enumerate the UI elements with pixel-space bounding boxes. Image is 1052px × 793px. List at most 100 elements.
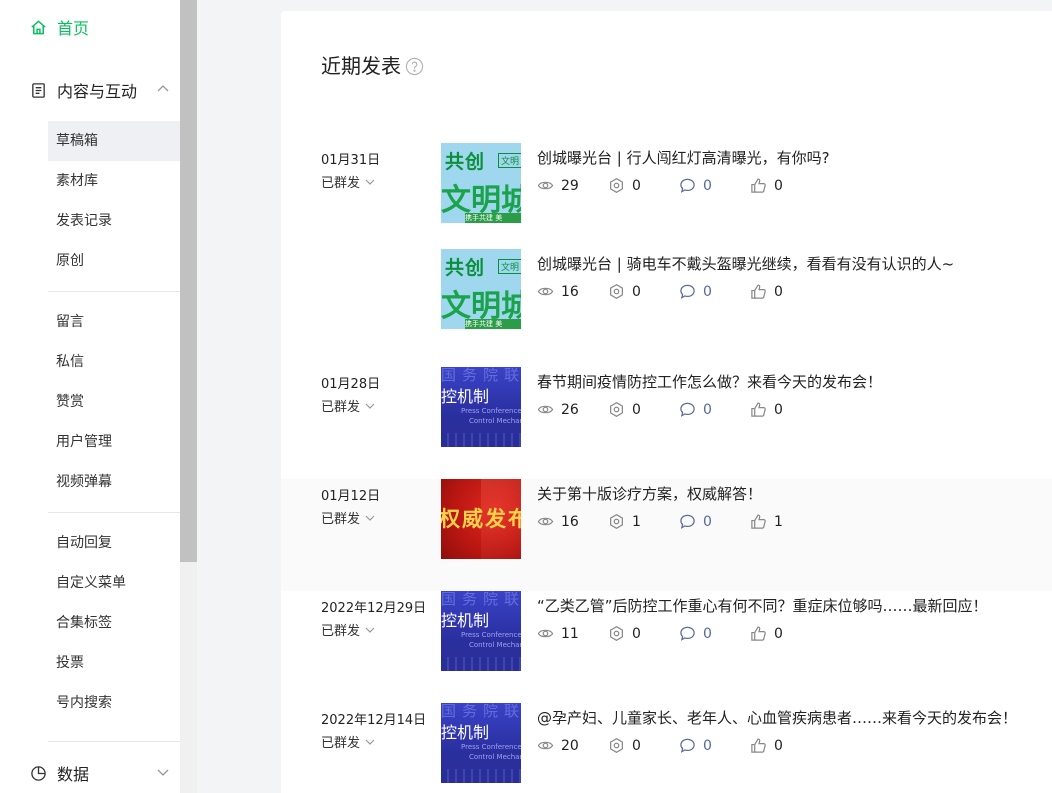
post-status-label: 已群发: [321, 176, 361, 191]
share-icon: [610, 401, 623, 418]
share-icon: [610, 283, 623, 300]
thumbnail-text: 共创: [445, 151, 486, 173]
post-title[interactable]: 创城曝光台 | 骑电车不戴头盔曝光继续，看看有没有认识的人~: [537, 253, 954, 274]
post-status-label: 已群发: [321, 624, 361, 639]
post-row[interactable]: 01月12日 已群发 权威发布 关于第十版诊疗方案，权威解答！ 16 1 0 1: [281, 479, 1052, 591]
sidebar-item-video-danmu[interactable]: 视频弹幕: [48, 462, 180, 502]
shares-count: 1: [632, 513, 641, 530]
post-title[interactable]: “乙类乙管”后防控工作重心有何不同？重症床位够吗……最新回应！: [537, 595, 988, 616]
post-row[interactable]: 2022年12月14日已群发 国务院联控机制Press Conference oC…: [281, 703, 1052, 793]
sidebar-item-materials[interactable]: 素材库: [48, 161, 180, 201]
post-thumbnail[interactable]: 共创 文明 文明城 携手共建 美: [441, 249, 521, 329]
views-stat: 16: [537, 513, 608, 530]
sidebar-item-in-account-search[interactable]: 号内搜索: [48, 683, 180, 723]
post-thumbnail[interactable]: 共创 文明 文明城 携手共建 美: [441, 143, 521, 223]
post-title[interactable]: @孕产妇、儿童家长、老年人、心血管疾病患者……来看今天的发布会！: [537, 707, 1017, 728]
thumbnail-text: Press Conference o: [461, 743, 521, 751]
post-stats: 20 0 0 0: [537, 737, 821, 754]
likes-stat: 0: [750, 177, 821, 194]
thumbnail-text: 携手共建 美: [465, 213, 521, 223]
post-stats: 29 0 0 0: [537, 177, 821, 194]
post-stats: 16 1 0 1: [537, 513, 821, 530]
post-thumbnail[interactable]: 权威发布: [441, 479, 521, 559]
comment-icon: [680, 284, 695, 299]
sidebar-scrollbar[interactable]: [180, 0, 197, 793]
nav-group-data-label: 数据: [57, 765, 90, 784]
comments-count: 0: [703, 625, 712, 642]
like-icon: [751, 402, 766, 417]
help-icon[interactable]: [405, 57, 424, 76]
post-status-dropdown[interactable]: 已群发: [321, 172, 376, 191]
likes-stat: 1: [750, 513, 821, 530]
sidebar-item-drafts[interactable]: 草稿箱: [48, 121, 180, 161]
post-status-label: 已群发: [321, 400, 361, 415]
post-date: 01月12日: [321, 489, 381, 504]
sidebar-item-publish-records[interactable]: 发表记录: [48, 201, 180, 241]
share-icon: [610, 737, 623, 754]
comment-icon: [680, 514, 695, 529]
views-count: 26: [561, 401, 579, 418]
post-thumbnail[interactable]: 国务院联控机制Press Conference oControl Mechani…: [441, 367, 521, 447]
sidebar-item-messages[interactable]: 私信: [48, 342, 180, 382]
comments-count: 0: [703, 177, 712, 194]
sidebar-item-original[interactable]: 原创: [48, 241, 180, 281]
eye-icon: [537, 181, 554, 190]
post-row[interactable]: 01月31日 已群发 共创 文明 文明城 携手共建 美创城曝光台 | 行人闯红灯高清曝光，…: [281, 143, 1052, 255]
post-title[interactable]: 关于第十版诊疗方案，权威解答！: [537, 483, 762, 504]
views-stat: 26: [537, 401, 608, 418]
comments-stat[interactable]: 0: [679, 625, 750, 642]
shares-count: 0: [632, 401, 641, 418]
post-stats: 26 0 0 0: [537, 401, 821, 418]
nav-group-content[interactable]: 内容与互动: [30, 77, 176, 103]
post-status-dropdown[interactable]: 已群发: [321, 396, 376, 415]
thumbnail-stripes: [441, 657, 521, 671]
sidebar-item-user-manage[interactable]: 用户管理: [48, 422, 180, 462]
nav-home[interactable]: 首页: [30, 14, 89, 40]
post-row[interactable]: 01月28日已群发 国务院联控机制Press Conference oContro…: [281, 367, 1052, 479]
shares-stat: 0: [608, 625, 679, 642]
thumbnail-text: Press Conference o: [461, 407, 521, 415]
chevron-down-icon: [157, 769, 169, 776]
shares-stat: 0: [608, 283, 679, 300]
post-thumbnail[interactable]: 国务院联控机制Press Conference oControl Mechani…: [441, 703, 521, 783]
scrollbar-thumb[interactable]: [180, 0, 197, 562]
document-icon: [32, 82, 45, 98]
sidebar-item-collection-tags[interactable]: 合集标签: [48, 603, 180, 643]
chevron-down-icon: [365, 179, 375, 185]
thumbnail-text: Control Mechanis: [469, 641, 521, 649]
sidebar-item-auto-reply[interactable]: 自动回复: [48, 523, 180, 563]
comments-stat[interactable]: 0: [679, 513, 750, 530]
post-status-dropdown[interactable]: 已群发: [321, 620, 376, 639]
comment-icon: [680, 738, 695, 753]
comments-stat[interactable]: 0: [679, 401, 750, 418]
likes-stat: 0: [750, 625, 821, 642]
views-stat: 11: [537, 625, 608, 642]
post-title[interactable]: 春节期间疫情防控工作怎么做？来看今天的发布会！: [537, 371, 882, 392]
comments-stat[interactable]: 0: [679, 283, 750, 300]
post-status-label: 已群发: [321, 512, 361, 527]
nav-group-data[interactable]: 数据: [30, 760, 176, 786]
sidebar-item-rewards[interactable]: 赞赏: [48, 382, 180, 422]
sidebar-item-vote[interactable]: 投票: [48, 643, 180, 683]
comments-count: 0: [703, 283, 712, 300]
views-count: 20: [561, 737, 579, 754]
post-thumbnail[interactable]: 国务院联控机制Press Conference oControl Mechani…: [441, 591, 521, 671]
post-status-dropdown[interactable]: 已群发: [321, 732, 376, 751]
comments-stat[interactable]: 0: [679, 737, 750, 754]
comments-stat[interactable]: 0: [679, 177, 750, 194]
post-stats: 11 0 0 0: [537, 625, 821, 642]
eye-icon: [537, 741, 554, 750]
shares-count: 0: [632, 177, 641, 194]
sidebar-item-custom-menu[interactable]: 自定义菜单: [48, 563, 180, 603]
comment-icon: [680, 402, 695, 417]
post-status-dropdown[interactable]: 已群发: [321, 508, 376, 527]
eye-icon: [537, 629, 554, 638]
post-row[interactable]: 共创 文明 文明城 携手共建 美创城曝光台 | 骑电车不戴头盔曝光继续，看看有没有认识…: [281, 249, 1052, 361]
post-title[interactable]: 创城曝光台 | 行人闯红灯高清曝光，有你吗?: [537, 147, 830, 168]
thumbnail-text: 控机制: [441, 387, 490, 406]
views-stat: 29: [537, 177, 608, 194]
nav-home-label: 首页: [57, 19, 90, 38]
likes-count: 0: [774, 737, 783, 754]
sidebar-item-comments[interactable]: 留言: [48, 302, 180, 342]
post-row[interactable]: 2022年12月29日已群发 国务院联控机制Press Conference oC…: [281, 591, 1052, 703]
